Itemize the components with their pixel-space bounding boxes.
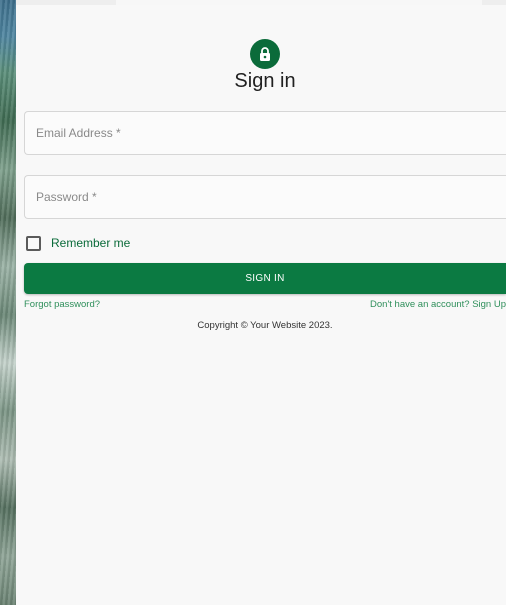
remember-me-checkbox[interactable] — [26, 235, 41, 251]
sign-in-button[interactable]: SIGN IN — [24, 263, 506, 294]
page-title: Sign in — [234, 70, 296, 92]
email-field[interactable] — [25, 112, 506, 154]
copyright-text: Copyright © Your Website 2023. — [197, 320, 333, 331]
password-field[interactable] — [25, 176, 506, 218]
forgot-password-link[interactable]: Forgot password? — [24, 299, 100, 310]
lock-icon — [260, 47, 270, 61]
sign-up-link[interactable]: Don't have an account? Sign Up — [370, 299, 506, 310]
signin-page: Sign in Remember me SIGN IN Forgot passw… — [0, 0, 506, 605]
remember-me[interactable]: Remember me — [26, 235, 130, 251]
password-field-container[interactable] — [24, 175, 506, 219]
remember-me-label: Remember me — [51, 236, 131, 250]
email-field-container[interactable] — [24, 111, 506, 155]
lock-avatar — [250, 39, 280, 69]
